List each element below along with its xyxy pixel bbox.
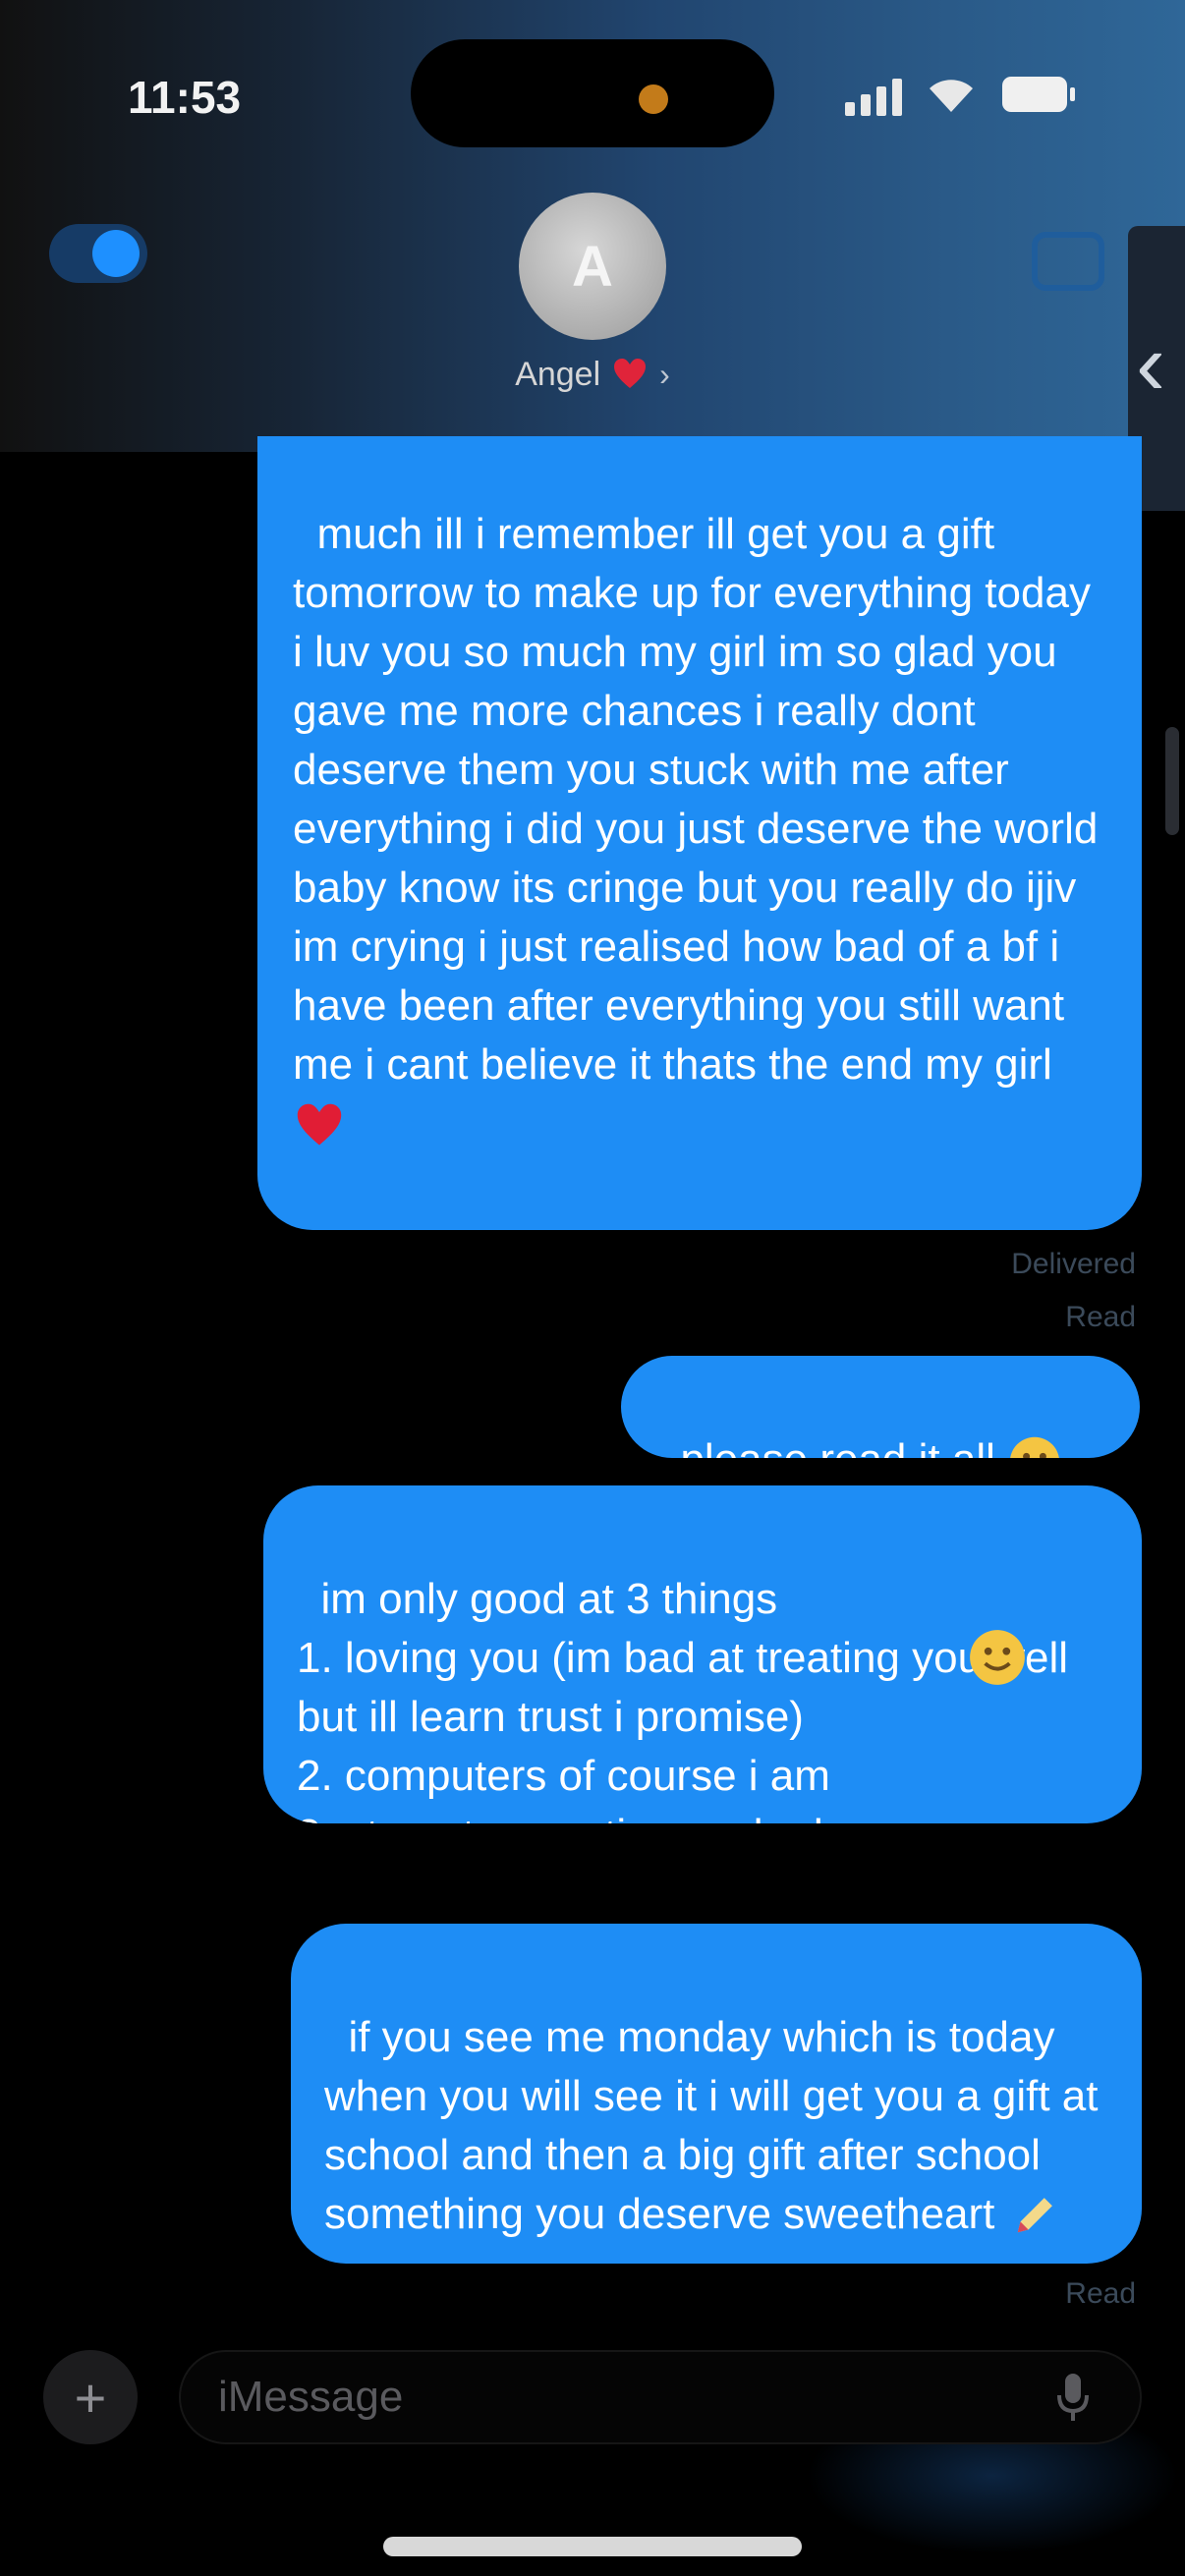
cellular-signal-icon bbox=[845, 73, 902, 116]
privacy-indicator-dot bbox=[639, 84, 668, 114]
status-time: 11:53 bbox=[128, 72, 242, 123]
message-text: if you see me monday which is today when… bbox=[324, 2013, 1110, 2238]
message-bubble[interactable]: if you see me monday which is today when… bbox=[291, 1924, 1142, 2264]
smile-emoji-icon bbox=[1010, 1437, 1059, 1458]
message-input-placeholder: iMessage bbox=[218, 2373, 404, 2421]
message-text: im only good at 3 things 1. loving you (… bbox=[297, 1575, 1069, 1823]
message-text: much ill i remember ill get you a gift t… bbox=[293, 510, 1110, 1089]
heart-emoji-icon bbox=[297, 1104, 342, 1146]
pencil-emoji-icon bbox=[1017, 2198, 1052, 2233]
delivered-status: Delivered bbox=[1011, 1248, 1136, 1280]
read-status: Read bbox=[1065, 1301, 1136, 1333]
avatar-initial: A bbox=[572, 234, 613, 299]
read-status: Read bbox=[1065, 2277, 1136, 2310]
message-bubble[interactable]: much ill i remember ill get you a gift t… bbox=[257, 436, 1142, 1230]
contact-name-row[interactable]: Angel › bbox=[491, 352, 694, 397]
battery-icon bbox=[1002, 77, 1075, 112]
side-scroll-handle[interactable] bbox=[1165, 727, 1179, 835]
toggle-knob bbox=[92, 230, 140, 277]
video-call-icon[interactable] bbox=[1032, 232, 1104, 291]
wifi-icon bbox=[930, 80, 973, 112]
heart-icon bbox=[614, 359, 647, 388]
message-text: please read it all bbox=[680, 1435, 1007, 1458]
home-indicator[interactable] bbox=[383, 2537, 802, 2556]
add-attachment-button[interactable]: + bbox=[43, 2350, 138, 2444]
dynamic-island bbox=[411, 39, 774, 147]
chevron-right-icon: › bbox=[659, 356, 670, 392]
message-bubble[interactable]: please read it all bbox=[621, 1356, 1140, 1458]
side-tab-chevron-icon: ‹ bbox=[1136, 315, 1165, 414]
toggle-icon[interactable] bbox=[49, 224, 147, 283]
chat-header: 11:53 A Angel › bbox=[0, 0, 1185, 452]
plus-icon: + bbox=[74, 2366, 107, 2429]
contact-name: Angel bbox=[515, 355, 601, 393]
contact-avatar[interactable]: A bbox=[519, 193, 666, 340]
status-bar: 11:53 bbox=[0, 0, 1185, 196]
smile-emoji-icon bbox=[970, 1630, 1025, 1685]
microphone-icon[interactable] bbox=[1053, 2370, 1093, 2425]
